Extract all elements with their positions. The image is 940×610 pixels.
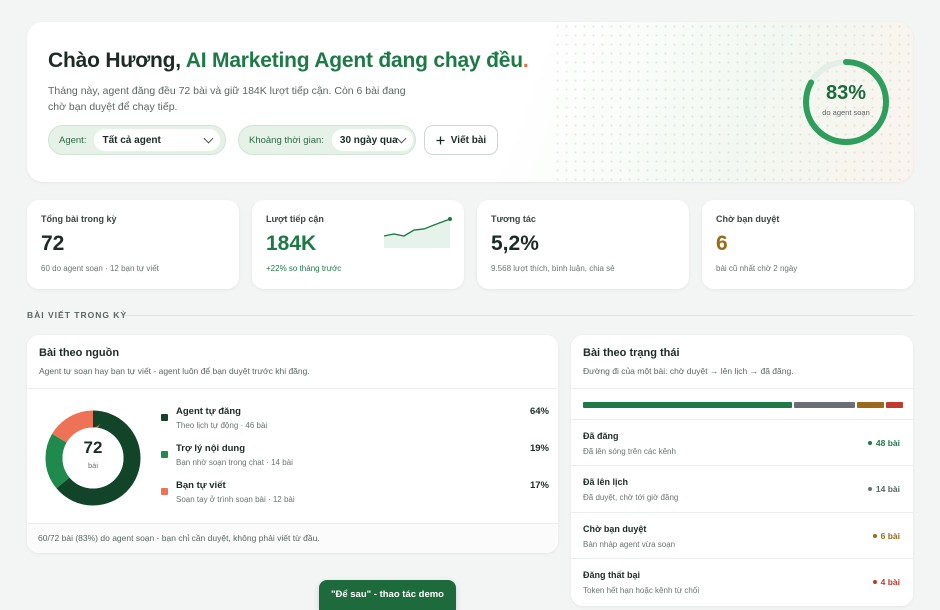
status-name: Đăng thất bại: [583, 570, 641, 580]
title-dot: .: [522, 49, 529, 72]
write-post-label: Viết bài: [450, 134, 487, 146]
status-row-pending[interactable]: Chờ bạn duyệt Bản nháp agent vừa soạn 6 …: [571, 512, 913, 558]
posts-by-source-card: Bài theo nguồn Agent tự soạn hay bạn tự …: [27, 335, 558, 553]
legend-sub: Theo lịch tự động · 46 bài: [176, 421, 268, 430]
chevron-down-icon: [204, 133, 214, 144]
agent-select[interactable]: Tất cả agent: [94, 129, 221, 151]
legend-percent: 19%: [529, 443, 549, 454]
card-title: Bài theo nguồn: [39, 347, 120, 359]
legend-item-agent-auto: Agent tự đăng Theo lịch tự động · 46 bài…: [161, 406, 549, 436]
write-post-button[interactable]: Viết bài: [424, 125, 498, 155]
status-bar-published: [583, 402, 793, 408]
status-count: 14 bài: [867, 484, 900, 494]
kpi-value: 6: [716, 232, 728, 255]
status-name: Đã lên lịch: [583, 477, 629, 487]
card-footer: 60/72 bài (83%) do agent soạn - bạn chỉ …: [27, 523, 558, 553]
ring-value: 83%: [825, 82, 867, 104]
legend-name: Bạn tự viết: [176, 480, 226, 491]
status-sub: Bản nháp agent vừa soạn: [583, 540, 676, 549]
section-divider: [124, 315, 913, 316]
kpi-pending-review[interactable]: Chờ bạn duyệt 6 bài cũ nhất chờ 2 ngày: [702, 200, 914, 289]
time-range-filter[interactable]: Khoảng thời gian: 30 ngày qua: [238, 125, 416, 155]
card-title: Bài theo trạng thái: [583, 347, 680, 359]
time-range-value: 30 ngày qua: [339, 134, 398, 146]
legend-item-self-written: Bạn tự viết Soạn tay ở trình soạn bài · …: [161, 480, 549, 510]
divider: [571, 388, 913, 389]
ring-label: do agent soạn: [822, 108, 870, 117]
time-range-label: Khoảng thời gian:: [249, 134, 324, 146]
agent-filter-label: Agent:: [59, 134, 87, 146]
kpi-label: Tổng bài trong kỳ: [41, 214, 117, 224]
agent-filter[interactable]: Agent: Tất cả agent: [48, 125, 226, 155]
kpi-label: Tương tác: [491, 214, 536, 224]
kpi-value: 184K: [266, 232, 317, 255]
divider: [27, 388, 558, 389]
greeting-text: Chào Hương,: [48, 49, 181, 72]
status-bar-failed: [885, 402, 903, 408]
legend-swatch: [161, 451, 168, 458]
legend-percent: 17%: [529, 480, 549, 491]
status-count: 6 bài: [872, 531, 900, 541]
kpi-sub: +22% so tháng trước: [266, 264, 342, 273]
legend-swatch: [161, 414, 168, 421]
kpi-value: 72: [41, 232, 65, 255]
status-bar-scheduled: [794, 402, 856, 408]
hero-title: Chào Hương, AI Marketing Agent đang chạy…: [48, 49, 529, 73]
status-row-scheduled[interactable]: Đã lên lịch Đã duyệt, chờ tới giờ đăng 1…: [571, 465, 913, 511]
source-donut-chart: [45, 410, 141, 506]
status-sub: Đã lên sóng trên các kênh: [583, 447, 676, 456]
status-sub: Token hết hạn hoặc kênh từ chối: [583, 586, 700, 595]
status-sub: Đã duyệt, chờ tới giờ đăng: [583, 493, 679, 502]
hero-card: Chào Hương, AI Marketing Agent đang chạy…: [27, 22, 913, 182]
status-row-failed[interactable]: Đăng thất bại Token hết hạn hoặc kênh từ…: [571, 558, 913, 604]
status-count: 4 bài: [872, 577, 900, 587]
hero-subtitle: Tháng này, agent đăng đều 72 bài và giữ …: [48, 85, 406, 113]
status-row-published[interactable]: Đã đăng Đã lên sóng trên các kênh 48 bài: [571, 419, 913, 465]
footer-note: 60/72 bài (83%) do agent soạn - bạn chỉ …: [38, 533, 320, 543]
card-subtitle: Đường đi của một bài: chờ duyệt → lên lị…: [583, 366, 794, 376]
kpi-sub: 9.568 lượt thích, bình luận, chia sẻ: [491, 264, 615, 273]
status-count: 48 bài: [867, 438, 900, 448]
agent-select-value: Tất cả agent: [102, 134, 161, 146]
title-accent: AI Marketing Agent đang chạy đều: [185, 49, 523, 72]
legend-name: Agent tự đăng: [176, 406, 241, 417]
status-name: Đã đăng: [583, 431, 619, 441]
kpi-total-posts: Tổng bài trong kỳ 72 60 do agent soạn · …: [27, 200, 239, 289]
reach-sparkline: [383, 217, 452, 248]
status-name: Chờ bạn duyệt: [583, 524, 647, 534]
legend-item-content-assistant: Trợ lý nội dung Bạn nhờ soạn trong chat …: [161, 443, 549, 473]
time-range-select[interactable]: 30 ngày qua: [331, 129, 413, 151]
kpi-label: Lượt tiếp cận: [266, 214, 324, 224]
donut-total: 72: [83, 438, 103, 457]
kpi-label: Chờ bạn duyệt: [716, 214, 780, 224]
plus-icon: [436, 136, 445, 144]
status-bar-pending: [857, 402, 884, 408]
legend-sub: Soạn tay ở trình soạn bài · 12 bài: [176, 495, 295, 504]
kpi-engagement: Tương tác 5,2% 9.568 lượt thích, bình lu…: [477, 200, 689, 289]
status-stacked-bar: [583, 402, 903, 408]
kpi-reach: Lượt tiếp cận 184K +22% so tháng trước: [252, 200, 464, 289]
legend-name: Trợ lý nội dung: [176, 443, 246, 454]
section-label: BÀI VIẾT TRONG KỲ: [27, 310, 128, 320]
legend-sub: Bạn nhờ soạn trong chat · 14 bài: [176, 458, 293, 467]
kpi-value: 5,2%: [491, 232, 539, 255]
donut-hole: [62, 427, 124, 489]
card-subtitle: Agent tự soạn hay bạn tự viết - agent lu…: [39, 366, 310, 376]
legend-swatch: [161, 488, 168, 495]
demo-toast[interactable]: "Để sau" - thao tác demo: [319, 580, 456, 610]
kpi-sub: 60 do agent soạn · 12 bạn tự viết: [41, 264, 159, 273]
kpi-sub: bài cũ nhất chờ 2 ngày: [716, 264, 798, 273]
legend-percent: 64%: [529, 406, 549, 417]
donut-total-label: bài: [87, 461, 98, 470]
posts-by-status-card: Bài theo trạng thái Đường đi của một bài…: [571, 335, 913, 606]
